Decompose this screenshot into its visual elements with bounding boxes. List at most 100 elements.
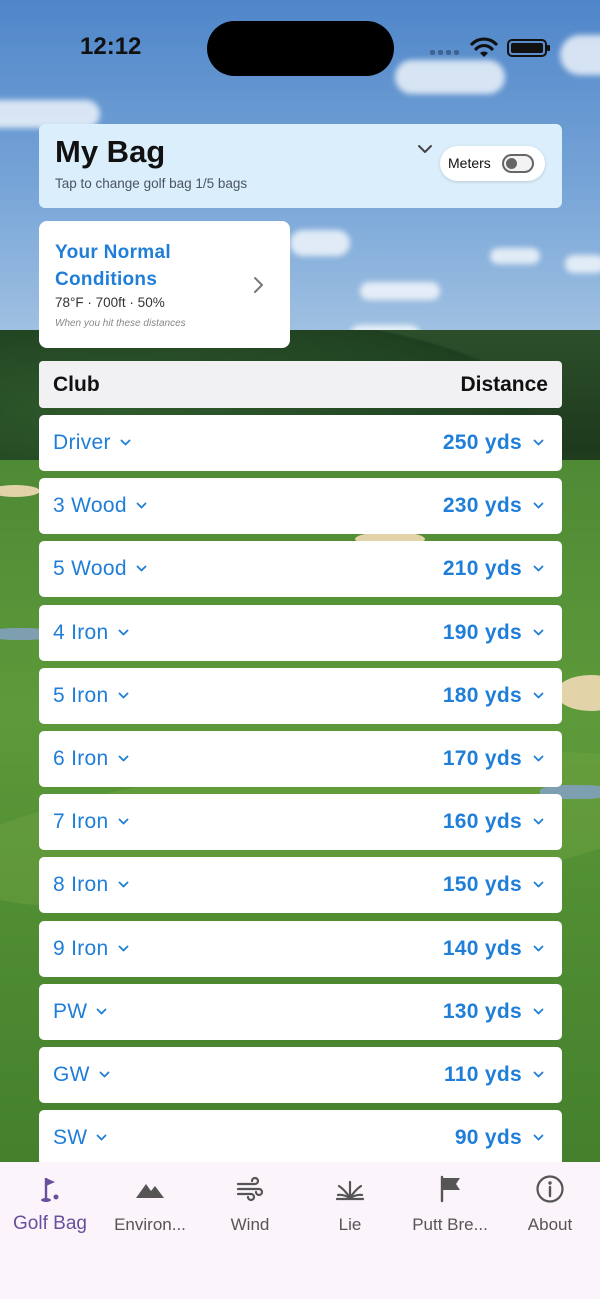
chevron-down-icon	[118, 818, 128, 825]
table-row: 6 Iron 170 yds	[39, 731, 562, 787]
chevron-down-icon	[533, 629, 544, 636]
distance-value: 210 yds	[442, 557, 522, 580]
distance-dropdown[interactable]: 130 yds	[443, 1000, 544, 1024]
distance-value: 140 yds	[442, 937, 522, 960]
club-column-header: Club	[53, 373, 100, 396]
club-dropdown[interactable]: 6 Iron	[53, 747, 129, 771]
club-dropdown[interactable]: 4 Iron	[53, 621, 129, 645]
distance-value: 190 yds	[442, 621, 522, 644]
club-dropdown[interactable]: 8 Iron	[53, 873, 129, 897]
chevron-down-icon	[533, 1071, 544, 1078]
distance-value: 90 yds	[454, 1126, 522, 1149]
club-dropdown[interactable]: Driver	[53, 431, 131, 455]
meters-toggle-container[interactable]: Meters	[440, 146, 545, 181]
table-row: GW 110 yds	[39, 1047, 562, 1103]
club-name: 8 Iron	[53, 873, 109, 896]
distance-dropdown[interactable]: 210 yds	[443, 557, 544, 581]
bag-selector[interactable]: My Bag Tap to change golf bag 1/5 bags M…	[39, 124, 562, 208]
chevron-down-icon	[533, 439, 544, 446]
distance-dropdown[interactable]: 140 yds	[443, 937, 544, 961]
chevron-down-icon	[120, 439, 131, 446]
status-time: 12:12	[80, 33, 142, 60]
chevron-down-icon	[118, 692, 128, 699]
table-row: SW 90 yds	[39, 1110, 562, 1166]
chevron-down-icon	[97, 1134, 107, 1141]
club-name: Driver	[53, 431, 111, 454]
distance-dropdown[interactable]: 110 yds	[444, 1063, 544, 1087]
chevron-right-icon	[254, 277, 263, 293]
chevron-down-icon	[533, 565, 544, 572]
chevron-down-icon	[533, 945, 544, 952]
club-dropdown[interactable]: GW	[53, 1063, 110, 1087]
tab-label: Golf Bag	[13, 1213, 87, 1234]
tab-environment[interactable]: Environ...	[100, 1162, 200, 1252]
meters-toggle[interactable]	[502, 154, 534, 173]
chevron-down-icon	[533, 881, 544, 888]
club-dropdown[interactable]: PW	[53, 1000, 107, 1024]
distance-value: 170 yds	[442, 747, 522, 770]
tab-label: About	[527, 1215, 573, 1234]
distance-dropdown[interactable]: 250 yds	[443, 431, 544, 455]
chevron-down-icon	[136, 502, 147, 509]
club-name: 4 Iron	[53, 621, 109, 644]
cloud	[360, 282, 440, 300]
tab-label: Putt Bre...	[412, 1215, 488, 1234]
club-dropdown[interactable]: 3 Wood	[53, 494, 147, 518]
tab-label: Environ...	[114, 1215, 186, 1234]
distance-dropdown[interactable]: 170 yds	[443, 747, 544, 771]
distance-value: 130 yds	[442, 1000, 522, 1023]
table-row: 7 Iron 160 yds	[39, 794, 562, 850]
grass-icon	[335, 1180, 365, 1201]
status-bar: 12:12	[0, 0, 600, 100]
wind-icon	[236, 1176, 264, 1202]
chevron-down-icon	[136, 565, 147, 572]
distance-dropdown[interactable]: 180 yds	[443, 684, 544, 708]
conditions-title: Your Normal Conditions	[55, 242, 171, 290]
club-dropdown[interactable]: 5 Iron	[53, 684, 129, 708]
golf-flag-icon	[41, 1178, 59, 1202]
club-name: 5 Wood	[53, 557, 127, 580]
distance-dropdown[interactable]: 190 yds	[443, 621, 544, 645]
club-dropdown[interactable]: 7 Iron	[53, 810, 129, 834]
club-name: 9 Iron	[53, 937, 109, 960]
club-dropdown[interactable]: 5 Wood	[53, 557, 147, 581]
chevron-down-icon	[533, 755, 544, 762]
chevron-down-icon	[118, 945, 128, 952]
chevron-down-icon[interactable]	[415, 142, 435, 156]
distance-value: 160 yds	[442, 810, 522, 833]
bag-subtitle: Tap to change golf bag 1/5 bags	[55, 176, 248, 191]
tab-about[interactable]: About	[500, 1162, 600, 1252]
distance-dropdown[interactable]: 90 yds	[455, 1126, 544, 1150]
table-row: 8 Iron 150 yds	[39, 857, 562, 913]
distance-column-header: Distance	[460, 373, 548, 396]
cloud	[290, 230, 350, 256]
distance-dropdown[interactable]: 160 yds	[443, 810, 544, 834]
mountain-icon	[136, 1184, 164, 1198]
chevron-down-icon	[97, 1008, 107, 1015]
club-name: 7 Iron	[53, 810, 109, 833]
table-row: 4 Iron 190 yds	[39, 605, 562, 661]
tab-golf-bag[interactable]: Golf Bag	[0, 1162, 100, 1252]
tab-lie[interactable]: Lie	[300, 1162, 400, 1252]
table-row: 3 Wood 230 yds	[39, 478, 562, 534]
club-name: PW	[53, 1000, 88, 1023]
table-row: 5 Wood 210 yds	[39, 541, 562, 597]
distance-value: 250 yds	[442, 431, 522, 454]
tab-label: Wind	[230, 1215, 270, 1234]
distance-dropdown[interactable]: 150 yds	[443, 873, 544, 897]
tab-wind[interactable]: Wind	[200, 1162, 300, 1252]
club-dropdown[interactable]: SW	[53, 1126, 107, 1150]
distance-value: 230 yds	[442, 494, 522, 517]
table-row: PW 130 yds	[39, 984, 562, 1040]
tab-putt-break[interactable]: Putt Bre...	[400, 1162, 500, 1252]
table-row: Driver 250 yds	[39, 415, 562, 471]
chevron-down-icon	[533, 692, 544, 699]
battery-icon	[507, 39, 550, 57]
chevron-down-icon	[533, 1134, 544, 1141]
distance-dropdown[interactable]: 230 yds	[443, 494, 544, 518]
club-name: SW	[53, 1126, 88, 1149]
club-dropdown[interactable]: 9 Iron	[53, 937, 129, 961]
normal-conditions-card[interactable]: Your Normal Conditions 78°F · 700ft · 50…	[39, 221, 290, 348]
chevron-down-icon	[99, 1071, 110, 1078]
club-name: 6 Iron	[53, 747, 109, 770]
